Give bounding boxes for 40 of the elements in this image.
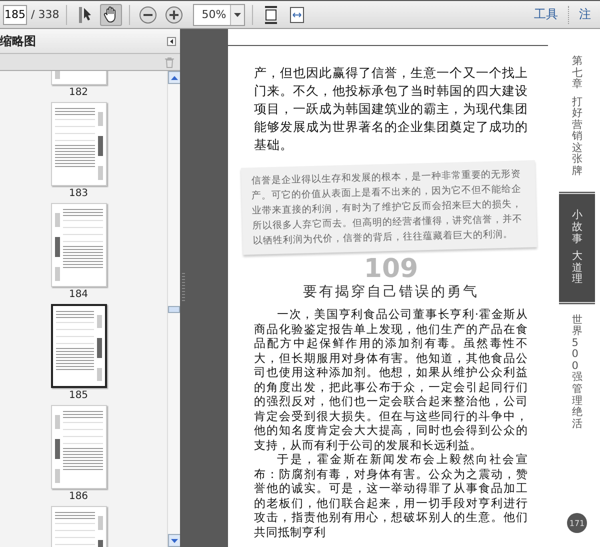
fit-page-icon	[264, 6, 278, 24]
comment-link[interactable]: 注	[573, 6, 597, 23]
zoom-out-icon	[139, 6, 158, 24]
scrollbar[interactable]	[167, 71, 180, 547]
paragraph: 一次，美国亨利食品公司董事长亨利·霍金斯从商品化验鉴定报告单上发现，他们生产的产品在食品配方中起保鲜作用的添加剂有毒。虽然毒性不大，但长期服用对身体有害。他知道，其他食品公司也使用这种添加剂。他想，如果从维护公众利益的角度出发，把此事公布于众，一定会引起同行们的强烈反对，他们也一定会联合起来整治他，公司肯定会受到很大损失。但在与这些同行的斗争中，他的知名度肯定会大大提高，同时也会得到公众的支持，从而有利于公司的发展和长远利益。	[254, 307, 528, 452]
chapter-label: 打好营销这张牌	[572, 96, 582, 178]
sidebar-title: 缩略图	[0, 32, 36, 50]
caret-icon	[234, 12, 242, 16]
hand-tool-button[interactable]	[100, 4, 122, 26]
down-arrow-icon	[170, 538, 178, 542]
zoom-out-button[interactable]	[137, 4, 160, 26]
quote-block: 信誉是企业得以生存和发展的根本，是一种非常重要的无形资产。可它的价值从表面上是看不出来的，因为它不但不能给企业带来直接的利润，有时为了维护它反而会招来巨大的损失，所以很多人弃它而去。但高明的经营者懂得，讲究信誉，并不以牺牲利润为代价，信誉的背后，往往蕴藏着巨大的利润。	[240, 160, 538, 255]
page-number-badge: 171	[567, 513, 587, 533]
thumbnail-page-number: 182	[68, 87, 88, 98]
zoom-in-icon	[165, 6, 184, 24]
collapse-button[interactable]	[167, 36, 176, 46]
paragraph: 于是，霍金斯在新闻发布会上毅然向社会宣布：防腐剂有毒，对身体有害。公众为之震动，赞誉他的诚实。可是，这一举动得罪了从事食品加工的老板们，他们联合起来，用一切手段对亨利进行攻击，指责他别有用心，想破坏别人的生意。他们共同抵制亨利	[254, 452, 528, 539]
chapter-label: 大道理	[572, 251, 582, 286]
splitter-handle[interactable]	[182, 273, 185, 303]
arrow-cursor-icon	[77, 6, 94, 24]
page-count: / 338	[31, 8, 60, 21]
zoom-dropdown[interactable]: 50%	[193, 4, 246, 26]
up-arrow-icon	[170, 76, 178, 80]
fit-width-icon	[289, 6, 306, 24]
section-number: 109	[364, 255, 418, 283]
triangle-icon	[170, 38, 173, 44]
zoom-in-button[interactable]	[163, 4, 186, 26]
tools-link[interactable]: 工具	[528, 6, 564, 23]
section-title: 要有揭穿自己错误的勇气	[303, 283, 479, 301]
page-number-field[interactable]: 185	[3, 4, 27, 24]
chapter-label: 第七章	[572, 56, 582, 91]
thumbnail-page-number: 184	[68, 289, 88, 300]
paragraph: 产，但也因此赢得了信誉，生意一个又一个找上门来。不久，他投标承包了当时韩国的四大建设项目，一跃成为韩国建筑业的霸主，为现代集团能够发展成为世界著名的企业集团奠定了成功的基础。	[254, 64, 528, 154]
chapter-label: 小故事	[572, 210, 582, 246]
page-thumbnail[interactable]	[50, 304, 106, 388]
thumbnail-page-number: 183	[68, 188, 88, 199]
thumbnail-page-number: 185	[68, 390, 88, 401]
thumbnail-page-number: 186	[68, 491, 88, 502]
scrollbar-thumb[interactable]	[168, 306, 180, 312]
chapter-label: 世界500强管理绝活	[572, 314, 582, 430]
